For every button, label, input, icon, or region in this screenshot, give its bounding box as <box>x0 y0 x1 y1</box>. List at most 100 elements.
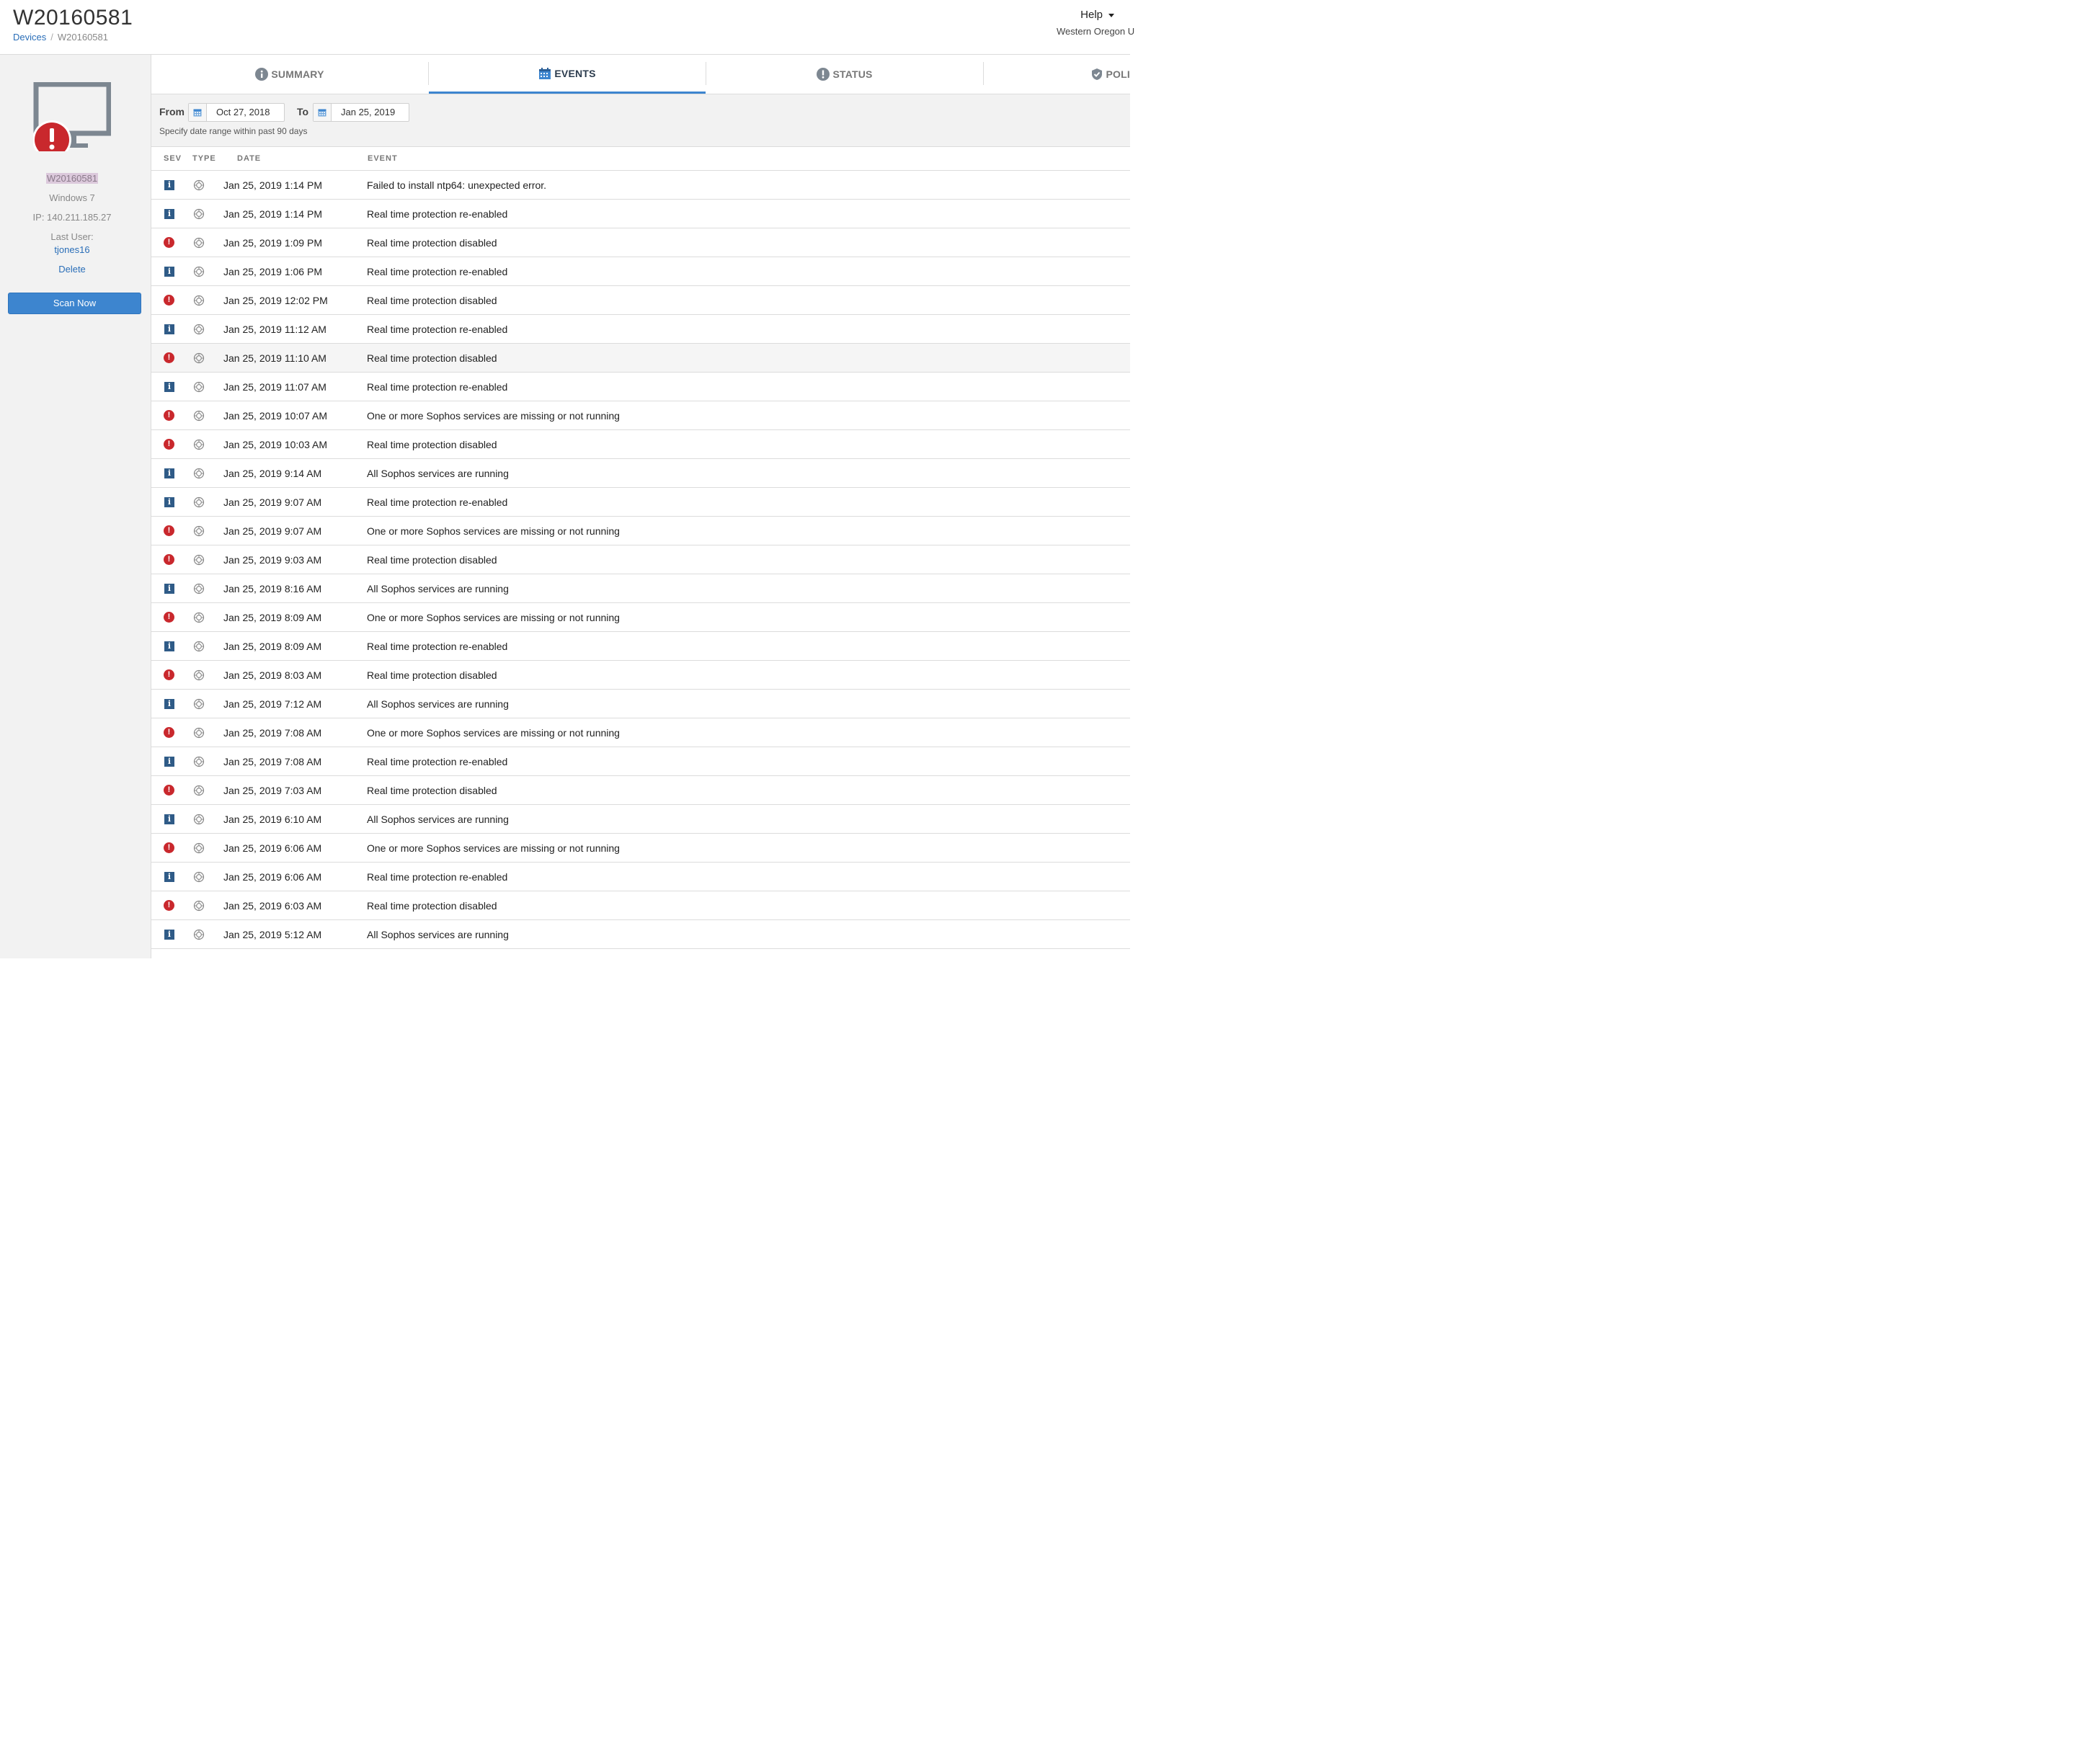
tab-summary[interactable]: SUMMARY <box>151 55 428 94</box>
protection-type-icon <box>193 929 205 940</box>
event-description: Real time protection disabled <box>367 785 497 796</box>
breadcrumb-separator: / <box>50 32 53 43</box>
tab-policies[interactable]: POLI <box>984 55 1130 94</box>
calendar-icon[interactable] <box>189 104 207 121</box>
caret-down-icon <box>1108 13 1114 17</box>
event-description: Real time protection re-enabled <box>367 266 508 277</box>
info-severity-icon: i <box>164 871 175 883</box>
table-row[interactable]: ! Jan 25, 2019 1:09 PM Real time protectio… <box>151 228 1130 257</box>
event-date: Jan 25, 2019 11:07 AM <box>223 381 326 393</box>
protection-type-icon <box>193 842 205 854</box>
date-range-hint: Specify date range within past 90 days <box>159 126 308 136</box>
table-row[interactable]: i Jan 25, 2019 11:12 AM Real time protecti… <box>151 315 1130 344</box>
info-severity-icon: i <box>164 208 175 220</box>
event-description: Failed to install ntp64: unexpected erro… <box>367 179 547 191</box>
table-row[interactable]: i Jan 25, 2019 6:06 AM Real time protectio… <box>151 863 1130 891</box>
event-date: Jan 25, 2019 12:02 PM <box>223 295 328 306</box>
event-description: All Sophos services are running <box>367 698 509 710</box>
table-row[interactable]: i Jan 25, 2019 8:09 AM Real time protectio… <box>151 632 1130 661</box>
tab-policies-label: POLI <box>1106 68 1130 80</box>
tab-events[interactable]: EVENTS <box>429 55 706 94</box>
device-os: Windows 7 <box>49 192 95 203</box>
monitor-alert-icon <box>33 82 111 151</box>
event-date: Jan 25, 2019 8:16 AM <box>223 583 322 594</box>
event-description: Real time protection re-enabled <box>367 496 508 508</box>
event-description: Real time protection re-enabled <box>367 641 508 652</box>
table-row[interactable]: i Jan 25, 2019 8:16 AM All Sophos services… <box>151 574 1130 603</box>
column-header-sev[interactable]: SEV <box>164 154 182 163</box>
protection-type-icon <box>193 324 205 335</box>
protection-type-icon <box>193 525 205 537</box>
table-row[interactable]: ! Jan 25, 2019 9:03 AM Real time protectio… <box>151 545 1130 574</box>
table-row[interactable]: i Jan 25, 2019 1:06 PM Real time protectio… <box>151 257 1130 286</box>
page-title: W20160581 <box>13 6 133 30</box>
table-row[interactable]: ! Jan 25, 2019 8:09 AM One or more Sophos … <box>151 603 1130 632</box>
event-date: Jan 25, 2019 1:14 PM <box>223 208 322 220</box>
table-row[interactable]: ! Jan 25, 2019 11:10 AM Real time protecti… <box>151 344 1130 373</box>
alert-severity-icon: ! <box>164 554 175 566</box>
column-header-type[interactable]: TYPE <box>192 154 216 163</box>
table-row[interactable]: ! Jan 25, 2019 10:07 AM One or more Sophos… <box>151 401 1130 430</box>
table-row[interactable]: i Jan 25, 2019 1:14 PM Real time protectio… <box>151 200 1130 228</box>
column-header-event[interactable]: EVENT <box>368 154 398 163</box>
table-row[interactable]: ! Jan 25, 2019 6:06 AM One or more Sophos … <box>151 834 1130 863</box>
event-date: Jan 25, 2019 5:12 AM <box>223 929 322 940</box>
scan-now-button[interactable]: Scan Now <box>8 293 141 314</box>
from-label: From <box>159 106 185 117</box>
tab-status-label: STATUS <box>832 68 873 80</box>
event-date: Jan 25, 2019 8:03 AM <box>223 669 322 681</box>
event-date: Jan 25, 2019 7:08 AM <box>223 727 322 739</box>
table-row[interactable]: i Jan 25, 2019 7:12 AM All Sophos services… <box>151 690 1130 718</box>
protection-type-icon <box>193 554 205 566</box>
protection-type-icon <box>193 612 205 623</box>
table-row[interactable]: i Jan 25, 2019 7:08 AM Real time protectio… <box>151 747 1130 776</box>
breadcrumb-devices-link[interactable]: Devices <box>13 32 46 43</box>
delete-link[interactable]: Delete <box>0 264 144 275</box>
event-description: Real time protection re-enabled <box>367 756 508 767</box>
table-row[interactable]: ! Jan 25, 2019 7:03 AM Real time protectio… <box>151 776 1130 805</box>
table-row[interactable]: ! Jan 25, 2019 12:02 PM Real time protecti… <box>151 286 1130 315</box>
table-row[interactable]: ! Jan 25, 2019 10:03 AM Real time protecti… <box>151 430 1130 459</box>
page-header: W20160581 Devices / W20160581 Help Western… <box>0 0 1134 55</box>
table-row[interactable]: i Jan 25, 2019 6:10 AM All Sophos services… <box>151 805 1130 834</box>
info-severity-icon: i <box>164 496 175 508</box>
alert-severity-icon: ! <box>164 785 175 796</box>
event-date: Jan 25, 2019 6:06 AM <box>223 871 322 883</box>
help-menu[interactable]: Help <box>1080 9 1114 21</box>
alert-severity-icon: ! <box>164 237 175 249</box>
alert-severity-icon: ! <box>164 439 175 450</box>
calendar-icon[interactable] <box>314 104 332 121</box>
event-description: Real time protection disabled <box>367 554 497 566</box>
to-date-field[interactable]: Jan 25, 2019 <box>313 103 409 122</box>
from-date-value: Oct 27, 2018 <box>216 107 270 117</box>
event-description: Real time protection disabled <box>367 669 497 681</box>
last-user-link[interactable]: tjones16 <box>0 244 144 255</box>
table-row[interactable]: i Jan 25, 2019 1:14 PM Failed to install n… <box>151 171 1130 200</box>
tab-status[interactable]: STATUS <box>706 55 983 94</box>
table-row[interactable]: ! Jan 25, 2019 7:08 AM One or more Sophos … <box>151 718 1130 747</box>
info-severity-icon: i <box>164 756 175 767</box>
device-sidebar: W20160581 Windows 7 IP: 140.211.185.27 L… <box>0 55 151 958</box>
column-header-date[interactable]: DATE <box>237 154 261 163</box>
table-row[interactable]: i Jan 25, 2019 11:07 AM Real time protecti… <box>151 373 1130 401</box>
table-row[interactable]: ! Jan 25, 2019 9:07 AM One or more Sophos … <box>151 517 1130 545</box>
org-name[interactable]: Western Oregon U <box>1057 26 1134 37</box>
info-severity-icon: i <box>164 583 175 594</box>
device-name-text: W20160581 <box>45 173 99 184</box>
protection-type-icon <box>193 698 205 710</box>
table-row[interactable]: ! Jan 25, 2019 8:03 AM Real time protectio… <box>151 661 1130 690</box>
alert-severity-icon: ! <box>164 525 175 537</box>
table-row[interactable]: i Jan 25, 2019 5:12 AM All Sophos services… <box>151 920 1130 949</box>
protection-type-icon <box>193 496 205 508</box>
from-date-field[interactable]: Oct 27, 2018 <box>188 103 285 122</box>
table-row[interactable]: i Jan 25, 2019 9:14 AM All Sophos services… <box>151 459 1130 488</box>
table-row[interactable]: ! Jan 25, 2019 6:03 AM Real time protectio… <box>151 891 1130 920</box>
event-date: Jan 25, 2019 10:03 AM <box>223 439 327 450</box>
event-description: One or more Sophos services are missing … <box>367 410 620 422</box>
event-date: Jan 25, 2019 7:08 AM <box>223 756 322 767</box>
events-table-body: i Jan 25, 2019 1:14 PM Failed to install n… <box>151 171 1130 949</box>
table-row[interactable]: i Jan 25, 2019 9:07 AM Real time protectio… <box>151 488 1130 517</box>
info-severity-icon: i <box>164 814 175 825</box>
event-date: Jan 25, 2019 7:03 AM <box>223 785 322 796</box>
protection-type-icon <box>193 669 205 681</box>
